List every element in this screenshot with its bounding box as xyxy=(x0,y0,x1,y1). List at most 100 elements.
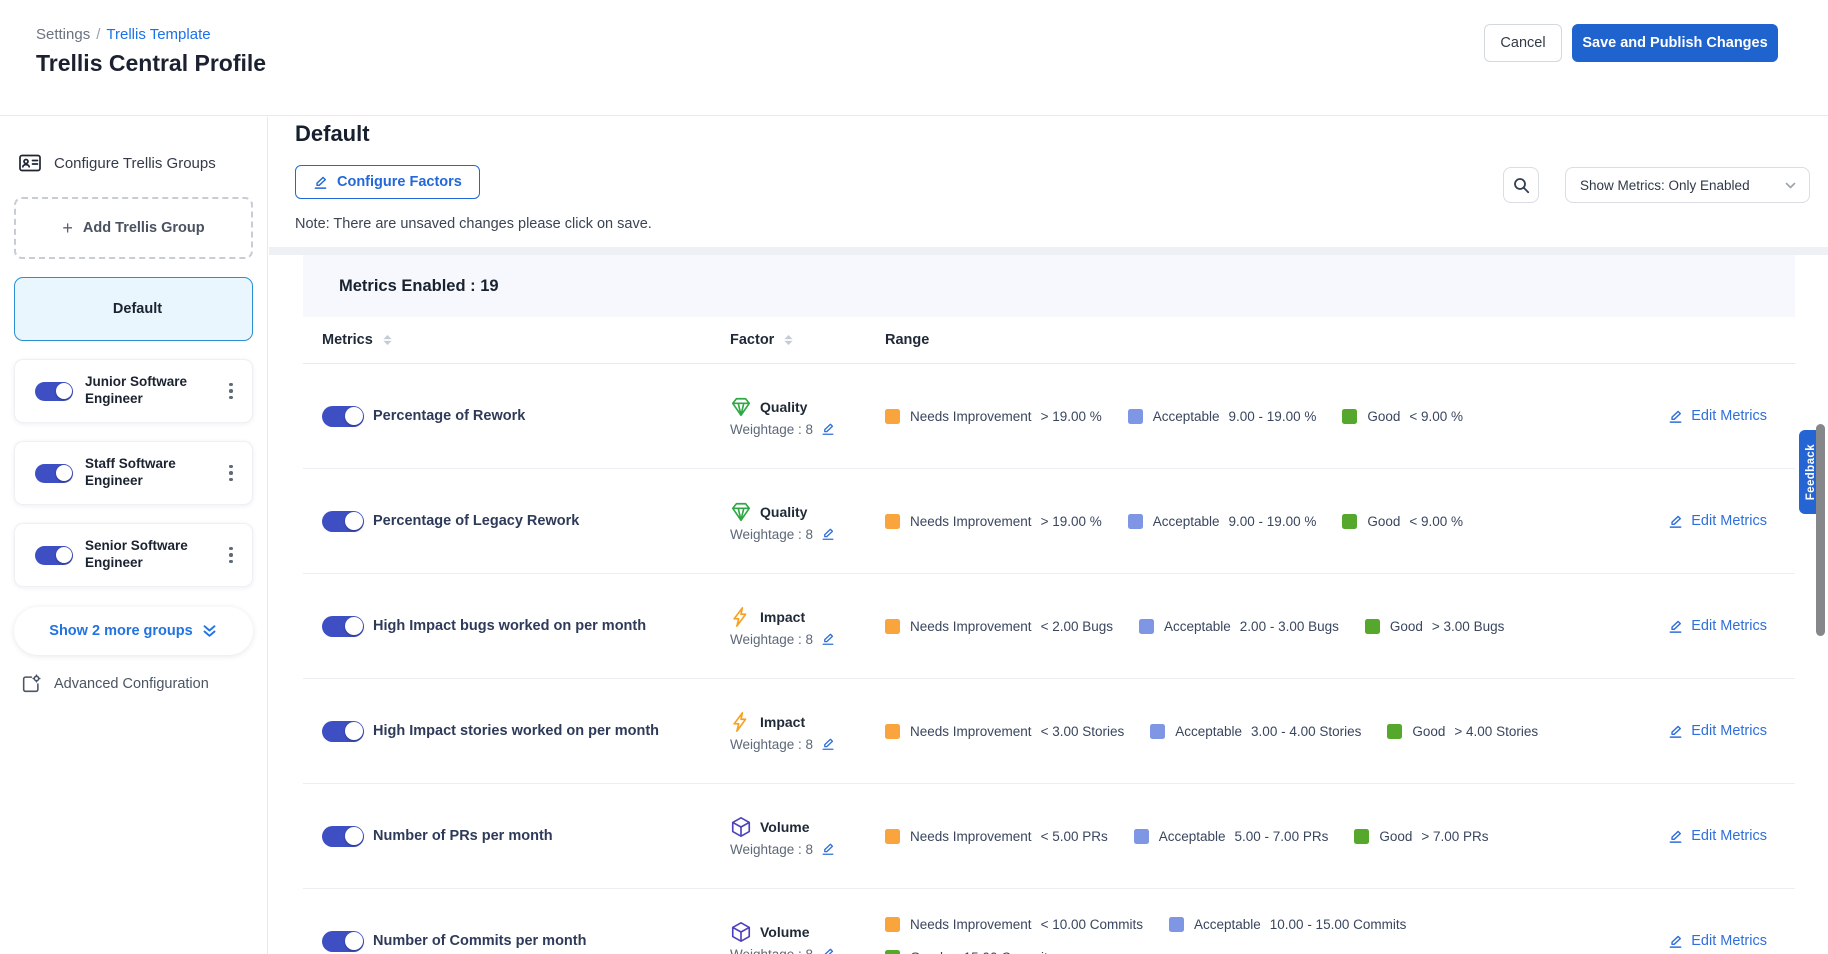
default-group-label: Default xyxy=(113,301,162,317)
table-header-row: Metrics Factor Range xyxy=(303,317,1795,364)
range-cell: Needs Improvement< 2.00 BugsAcceptable2.… xyxy=(885,619,1625,634)
range-level-label: Needs Improvement xyxy=(910,724,1032,739)
group-toggle[interactable] xyxy=(35,546,73,565)
edit-metrics-link[interactable]: Edit Metrics xyxy=(1668,513,1767,529)
factor-name: Volume xyxy=(760,924,810,940)
table-row: Number of PRs per month Volume Weightage… xyxy=(303,784,1795,889)
range-chip-good: Good< 9.00 % xyxy=(1342,409,1463,424)
breadcrumb: Settings/Trellis Template xyxy=(36,26,211,43)
top-header: Settings/Trellis Template Trellis Centra… xyxy=(0,0,1828,116)
show-more-groups-button[interactable]: Show 2 more groups xyxy=(14,607,253,655)
metric-name: Percentage of Legacy Rework xyxy=(373,512,597,531)
range-level-label: Good xyxy=(1412,724,1445,739)
section-divider xyxy=(269,247,1828,255)
metric-toggle[interactable] xyxy=(322,616,364,637)
range-value: 2.00 - 3.00 Bugs xyxy=(1240,619,1339,634)
configure-factors-label: Configure Factors xyxy=(337,174,462,190)
edit-metrics-label: Edit Metrics xyxy=(1691,828,1767,844)
weightage-value: Weightage : 8 xyxy=(730,842,813,857)
vertical-scrollbar-thumb[interactable] xyxy=(1816,424,1825,636)
metric-name: High Impact stories worked on per month xyxy=(373,722,677,741)
edit-weightage-icon[interactable] xyxy=(821,947,835,954)
range-color-swatch xyxy=(1150,724,1165,739)
sort-metrics-icon[interactable] xyxy=(382,333,393,347)
metric-name: Number of PRs per month xyxy=(373,827,571,846)
trellis-profile-page: Settings/Trellis Template Trellis Centra… xyxy=(0,0,1828,954)
group-toggle[interactable] xyxy=(35,464,73,483)
edit-weightage-icon[interactable] xyxy=(821,422,835,436)
range-value: 10.00 - 15.00 Commits xyxy=(1270,917,1407,932)
range-level-label: Good xyxy=(910,950,943,954)
edit-weightage-icon[interactable] xyxy=(821,737,835,751)
add-trellis-group-button[interactable]: + Add Trellis Group xyxy=(14,197,253,259)
range-value: 3.00 - 4.00 Stories xyxy=(1251,724,1361,739)
range-color-swatch xyxy=(885,724,900,739)
range-chip-acceptable: Acceptable9.00 - 19.00 % xyxy=(1128,514,1317,529)
range-level-label: Good xyxy=(1379,829,1412,844)
range-value: 5.00 - 7.00 PRs xyxy=(1235,829,1329,844)
sidebar-item-default-group[interactable]: Default xyxy=(14,277,253,341)
metric-toggle[interactable] xyxy=(322,826,364,847)
edit-weightage-icon[interactable] xyxy=(821,632,835,646)
sidebar-group-staff-software-engineer[interactable]: Staff Software Engineer xyxy=(14,441,253,505)
factor-name: Quality xyxy=(760,504,807,520)
save-and-publish-button[interactable]: Save and Publish Changes xyxy=(1572,24,1778,62)
edit-metrics-label: Edit Metrics xyxy=(1691,618,1767,634)
range-color-swatch xyxy=(1354,829,1369,844)
breadcrumb-settings[interactable]: Settings xyxy=(36,26,90,43)
range-chip-good: Good> 7.00 PRs xyxy=(1354,829,1488,844)
chevron-down-icon xyxy=(1784,179,1797,192)
advanced-configuration-button[interactable]: Advanced Configuration xyxy=(14,673,253,695)
kebab-menu-icon[interactable] xyxy=(222,461,240,486)
range-level-label: Needs Improvement xyxy=(910,619,1032,634)
edit-metrics-link[interactable]: Edit Metrics xyxy=(1668,408,1767,424)
range-value: < 10.00 Commits xyxy=(1041,917,1143,932)
edit-metrics-link[interactable]: Edit Metrics xyxy=(1668,618,1767,634)
range-chip-good: Good> 15.00 Commits xyxy=(885,950,1054,954)
plus-icon: + xyxy=(62,218,73,239)
range-value: 9.00 - 19.00 % xyxy=(1229,514,1317,529)
range-level-label: Acceptable xyxy=(1164,619,1231,634)
range-level-label: Acceptable xyxy=(1175,724,1242,739)
cube-icon xyxy=(730,816,752,838)
table-row: High Impact stories worked on per month … xyxy=(303,679,1795,784)
edit-metrics-link[interactable]: Edit Metrics xyxy=(1668,828,1767,844)
sidebar-group-junior-software-engineer[interactable]: Junior Software Engineer xyxy=(14,359,253,423)
range-color-swatch xyxy=(885,619,900,634)
metric-toggle[interactable] xyxy=(322,931,364,952)
range-cell: Needs Improvement> 19.00 %Acceptable9.00… xyxy=(885,514,1625,529)
show-metrics-dropdown-value: Show Metrics: Only Enabled xyxy=(1580,178,1784,193)
sidebar-group-senior-software-engineer[interactable]: Senior Software Engineer xyxy=(14,523,253,587)
search-button[interactable] xyxy=(1503,167,1539,203)
metric-toggle[interactable] xyxy=(322,511,364,532)
range-color-swatch xyxy=(1342,409,1357,424)
edit-metrics-label: Edit Metrics xyxy=(1691,408,1767,424)
weightage-value: Weightage : 8 xyxy=(730,947,813,954)
main-content: Default Configure Factors Note: There ar… xyxy=(269,117,1828,954)
range-color-swatch xyxy=(1139,619,1154,634)
weightage-value: Weightage : 8 xyxy=(730,527,813,542)
sort-factor-icon[interactable] xyxy=(783,333,794,347)
cancel-button[interactable]: Cancel xyxy=(1484,24,1562,62)
range-color-swatch xyxy=(885,950,900,954)
configure-factors-button[interactable]: Configure Factors xyxy=(295,165,480,199)
metric-toggle[interactable] xyxy=(322,406,364,427)
breadcrumb-trellis-template[interactable]: Trellis Template xyxy=(106,26,210,43)
show-metrics-dropdown[interactable]: Show Metrics: Only Enabled xyxy=(1565,167,1810,203)
edit-metrics-link[interactable]: Edit Metrics xyxy=(1668,723,1767,739)
edit-metrics-label: Edit Metrics xyxy=(1691,513,1767,529)
kebab-menu-icon[interactable] xyxy=(222,543,240,568)
page-title: Trellis Central Profile xyxy=(36,50,266,77)
search-icon xyxy=(1513,177,1530,194)
range-chip-acceptable: Acceptable 3.00 - 4.00 Stories xyxy=(1150,724,1361,739)
edit-metrics-link[interactable]: Edit Metrics xyxy=(1668,933,1767,949)
bolt-icon xyxy=(730,606,752,628)
edit-pencil-icon xyxy=(313,175,328,190)
group-toggle[interactable] xyxy=(35,382,73,401)
edit-weightage-icon[interactable] xyxy=(821,527,835,541)
range-cell: Needs Improvement< 3.00 StoriesAcceptabl… xyxy=(885,724,1625,739)
kebab-menu-icon[interactable] xyxy=(222,379,240,404)
metric-toggle[interactable] xyxy=(322,721,364,742)
edit-weightage-icon[interactable] xyxy=(821,842,835,856)
range-level-label: Good xyxy=(1367,514,1400,529)
